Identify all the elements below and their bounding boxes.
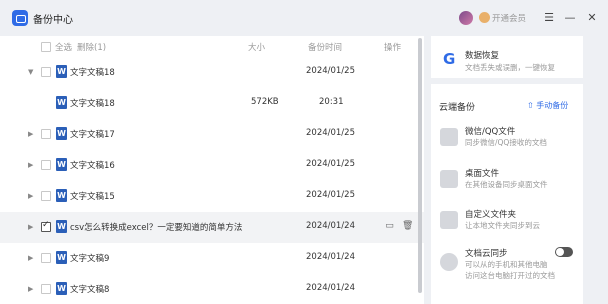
menu-icon[interactable]: ☰ (542, 11, 556, 25)
upload-icon: ⇧ (527, 101, 537, 110)
backup-time: 2024/01/24 (306, 252, 355, 262)
manual-backup-label: 手动备份 (536, 101, 569, 110)
expand-arrow-icon[interactable]: ▶ (28, 192, 33, 200)
expand-arrow-icon[interactable]: ▶ (28, 223, 33, 231)
table-row[interactable]: ▼ W 文字文稿18 2024/01/25 (0, 57, 424, 88)
expand-arrow-icon[interactable]: ▶ (28, 285, 33, 293)
table-row[interactable]: ▶ W 文字文稿16 2024/01/25 (0, 150, 424, 181)
doc-cloud-sync-item[interactable]: 文档云同步 可以从的手机和其他电脑 访问这台电脑打开过的文档 (431, 244, 583, 284)
backup-time: 2024/01/24 (306, 283, 355, 293)
file-name: csv怎么转换成excel？一定要知道的简单方法 (70, 223, 243, 233)
column-action: 操作 (384, 43, 402, 53)
folder-icon (440, 211, 458, 229)
word-doc-icon: W (56, 251, 67, 264)
backup-time: 2024/01/25 (306, 159, 355, 169)
cloud-icon (440, 253, 458, 271)
manual-backup-button[interactable]: ⇧ 手动备份 (527, 100, 568, 111)
word-doc-icon: W (56, 220, 67, 233)
row-checkbox[interactable] (41, 284, 51, 294)
list-header: 全选 删除(1) 大小 备份时间 操作 (0, 36, 424, 58)
custom-folder-item[interactable]: 自定义文件夹 让本地文件夹同步到云 (431, 205, 583, 245)
file-size: 572KB (251, 97, 279, 107)
file-list-panel: 全选 删除(1) 大小 备份时间 操作 ▼ W 文字文稿18 2024/01/2… (0, 36, 424, 304)
file-name: 文字文稿15 (70, 192, 115, 202)
item-title: 自定义文件夹 (465, 210, 517, 220)
item-subtitle-2: 访问这台电脑打开过的文档 (465, 271, 555, 280)
row-checkbox[interactable] (41, 191, 51, 201)
expand-arrow-icon[interactable]: ▶ (28, 130, 33, 138)
file-name: 文字文稿9 (70, 254, 110, 264)
word-doc-icon: W (56, 65, 67, 78)
recover-title: 数据恢复 (465, 51, 500, 61)
cloud-backup-title: 云端备份 (439, 103, 476, 113)
expand-arrow-icon[interactable]: ▶ (28, 161, 33, 169)
file-name: 文字文稿17 (70, 130, 115, 140)
table-row[interactable]: ▶ W 文字文稿8 2024/01/24 (0, 274, 424, 304)
item-subtitle: 让本地文件夹同步到云 (465, 221, 540, 230)
app-logo-icon (12, 10, 28, 26)
title-bar: 备份中心 开通会员 ☰ — ✕ (0, 0, 608, 36)
file-name: 文字文稿16 (70, 161, 115, 171)
table-row[interactable]: ▶ W 文字文稿9 2024/01/24 (0, 243, 424, 274)
app-title: 备份中心 (33, 15, 73, 26)
row-checkbox[interactable] (41, 67, 51, 77)
item-title: 桌面文件 (465, 169, 500, 179)
word-doc-icon: W (56, 189, 67, 202)
item-title: 微信/QQ文件 (465, 127, 516, 137)
delete-icon[interactable]: 🗑 (402, 221, 413, 232)
wechat-icon (440, 128, 458, 146)
column-time: 备份时间 (308, 43, 343, 53)
item-subtitle: 同步微信/QQ接收的文档 (465, 138, 547, 147)
file-name: 文字文稿18 (70, 68, 115, 78)
open-folder-icon[interactable]: ▭ (384, 221, 395, 232)
scrollbar[interactable] (418, 38, 422, 293)
word-doc-icon: W (56, 96, 67, 109)
row-checkbox[interactable] (41, 220, 51, 232)
table-row-selected[interactable]: ▶ W csv怎么转换成excel？一定要知道的简单方法 2024/01/24 … (0, 212, 424, 243)
backup-time: 2024/01/25 (306, 190, 355, 200)
table-row[interactable]: ▶ W 文字文稿15 2024/01/25 (0, 181, 424, 212)
backup-time: 2024/01/24 (306, 221, 355, 231)
select-all-label[interactable]: 全选 (55, 41, 72, 53)
file-name: 文字文稿18 (70, 99, 115, 109)
desktop-files-item[interactable]: 桌面文件 在其他设备同步桌面文件 (431, 164, 583, 204)
file-name: 文字文稿8 (70, 285, 110, 295)
table-row[interactable]: ▶ W 文字文稿17 2024/01/25 (0, 119, 424, 150)
vip-icon[interactable] (479, 12, 490, 23)
word-doc-icon: W (56, 158, 67, 171)
column-size: 大小 (248, 43, 266, 53)
recover-subtitle: 文档丢失或误删，一键恢复 (465, 63, 555, 72)
word-doc-icon: W (56, 127, 67, 140)
row-checkbox[interactable] (41, 160, 51, 170)
expand-arrow-icon[interactable]: ▶ (28, 254, 33, 262)
desktop-icon (440, 170, 458, 188)
close-icon[interactable]: ✕ (585, 11, 599, 25)
row-checkbox[interactable] (41, 253, 51, 263)
word-doc-icon: W (56, 282, 67, 295)
recover-icon: G (443, 50, 456, 68)
item-subtitle: 在其他设备同步桌面文件 (465, 180, 548, 189)
data-recover-card[interactable]: G 数据恢复 文档丢失或误删，一键恢复 (431, 36, 583, 84)
table-row[interactable]: W 文字文稿18 572KB 20:31 (0, 88, 424, 119)
backup-time: 2024/01/25 (306, 128, 355, 138)
collapse-arrow-icon[interactable]: ▼ (28, 68, 33, 76)
avatar[interactable] (459, 11, 473, 25)
sync-toggle[interactable] (555, 247, 573, 257)
item-subtitle: 可以从的手机和其他电脑 (465, 260, 548, 269)
delete-button[interactable]: 删除(1) (77, 41, 106, 53)
backup-time: 20:31 (319, 97, 344, 107)
backup-time: 2024/01/25 (306, 66, 355, 76)
item-title: 文档云同步 (465, 249, 508, 259)
vip-button[interactable]: 开通会员 (492, 12, 526, 24)
select-all-checkbox[interactable] (41, 42, 51, 52)
side-panel: G 数据恢复 文档丢失或误删，一键恢复 云端备份 ⇧ 手动备份 微信/QQ文件 … (431, 36, 583, 304)
row-checkbox[interactable] (41, 129, 51, 139)
minimize-icon[interactable]: — (563, 11, 577, 25)
wechat-qq-files-item[interactable]: 微信/QQ文件 同步微信/QQ接收的文档 (431, 122, 583, 162)
